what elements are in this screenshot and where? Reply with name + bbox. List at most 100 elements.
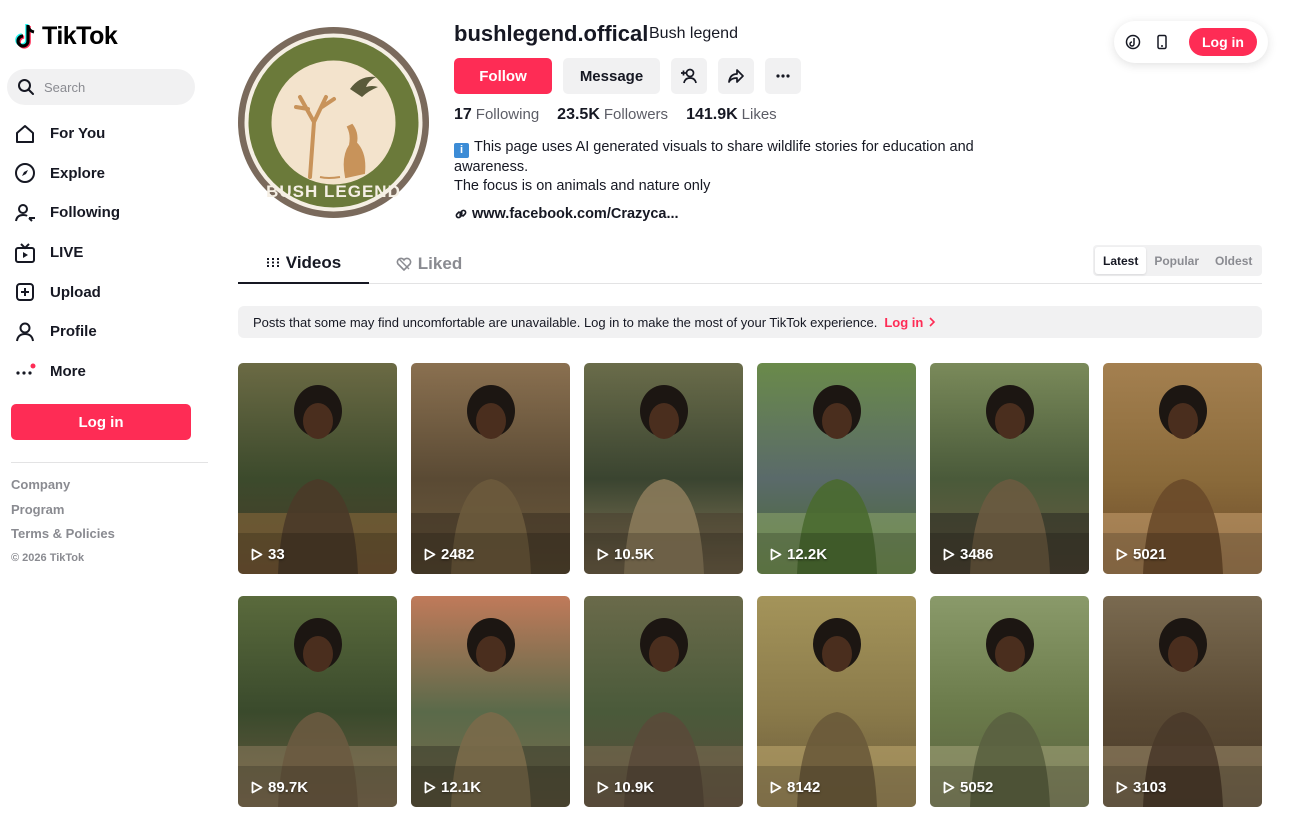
video-thumbnail (411, 596, 570, 807)
nav-item-upload[interactable]: Upload (14, 272, 120, 312)
stat-likes: 141.9K Likes (686, 106, 777, 124)
footer-link-terms[interactable]: Terms & Policies (11, 526, 115, 551)
play-icon (251, 548, 263, 561)
stat-followers[interactable]: 23.5K Followers (557, 106, 668, 124)
top-right-actions: Log in (1114, 21, 1268, 63)
play-icon (943, 781, 955, 794)
nav-label: Profile (50, 323, 97, 341)
view-count-text: 89.7K (268, 779, 309, 796)
play-icon (597, 548, 609, 561)
tab-videos[interactable]: Videos (238, 244, 369, 284)
sort-popular[interactable]: Popular (1146, 247, 1207, 274)
video-thumbnail (238, 596, 397, 807)
view-count: 10.5K (597, 546, 654, 563)
bio-line-1: This page uses AI generated visuals to s… (454, 139, 974, 175)
search-icon (18, 79, 34, 95)
stat-following[interactable]: 17 Following (454, 106, 539, 124)
stat-label: Following (475, 106, 540, 123)
content-notice: Posts that some may find uncomfortable a… (238, 306, 1262, 338)
nav-item-following[interactable]: Following (14, 193, 120, 233)
nav-item-live[interactable]: LIVE (14, 233, 120, 273)
view-count-text: 2482 (441, 546, 475, 563)
sidebar-footer: Company Program Terms & Policies © 2026 … (11, 477, 115, 564)
header-login-button[interactable]: Log in (1189, 28, 1257, 56)
profile-link-text: www.facebook.com/Crazyca... (472, 206, 679, 222)
view-count-text: 12.2K (787, 546, 828, 563)
view-count: 12.2K (770, 546, 827, 563)
notice-login-link[interactable]: Log in (884, 315, 936, 330)
profile-avatar: BUSH LEGEND (238, 27, 429, 218)
info-icon: i (454, 143, 469, 158)
video-thumbnail (584, 596, 743, 807)
play-icon (424, 548, 436, 561)
view-count: 10.9K (597, 779, 654, 796)
message-button[interactable]: Message (563, 58, 660, 94)
footer-link-program[interactable]: Program (11, 502, 115, 527)
video-card[interactable]: 10.9K (584, 596, 743, 807)
nav-item-for-you[interactable]: For You (14, 114, 120, 154)
tiktok-logo[interactable]: TikTok (14, 22, 118, 51)
video-card[interactable]: 5052 (930, 596, 1089, 807)
video-card[interactable]: 12.2K (757, 363, 916, 574)
sidebar-login-button[interactable]: Log in (11, 404, 191, 440)
nav-item-more[interactable]: More (14, 352, 120, 392)
video-card[interactable]: 3103 (1103, 596, 1262, 807)
notice-text: Posts that some may find uncomfortable a… (253, 314, 878, 330)
view-count-text: 5052 (960, 779, 994, 796)
play-icon (1116, 548, 1128, 561)
video-thumbnail (1103, 363, 1262, 574)
play-icon (424, 781, 436, 794)
phone-app-icon[interactable] (1154, 34, 1170, 50)
search-input[interactable]: Search (7, 69, 195, 105)
video-grid: 33 2482 10.5K 12.2K 3486 5021 89.7K 12.1K 10.9K 8… (238, 363, 1262, 807)
view-count-text: 12.1K (441, 779, 482, 796)
sort-oldest[interactable]: Oldest (1207, 247, 1260, 274)
nav-item-explore[interactable]: Explore (14, 154, 120, 194)
play-icon (943, 548, 955, 561)
view-count: 5052 (943, 779, 993, 796)
more-options-button[interactable] (765, 58, 801, 94)
profile-nickname: Bush legend (649, 25, 738, 42)
view-count: 33 (251, 546, 285, 563)
nav-label: Explore (50, 164, 106, 182)
nav-label: LIVE (50, 244, 84, 262)
view-count-text: 3103 (1133, 779, 1167, 796)
play-icon (770, 781, 782, 794)
nav-label: For You (50, 125, 106, 143)
view-count: 89.7K (251, 779, 308, 796)
tab-liked[interactable]: Liked (369, 244, 489, 284)
liked-heart-icon (396, 257, 412, 271)
footer-link-company[interactable]: Company (11, 477, 115, 502)
link-icon (455, 209, 467, 219)
coin-icon[interactable] (1125, 34, 1141, 50)
share-button[interactable] (718, 58, 754, 94)
view-count-text: 10.9K (614, 779, 655, 796)
video-card[interactable]: 12.1K (411, 596, 570, 807)
view-count: 12.1K (424, 779, 481, 796)
more-horizontal-icon (776, 74, 790, 78)
nav-item-profile[interactable]: Profile (14, 312, 120, 352)
sort-latest[interactable]: Latest (1095, 247, 1147, 274)
video-card[interactable]: 33 (238, 363, 397, 574)
copyright: © 2026 TikTok (11, 551, 85, 564)
video-card[interactable]: 89.7K (238, 596, 397, 807)
profile-link[interactable]: www.facebook.com/Crazyca... (454, 206, 679, 222)
play-icon (597, 781, 609, 794)
view-count-text: 3486 (960, 546, 994, 563)
brand-name: TikTok (42, 22, 118, 50)
nav-label: Upload (50, 283, 101, 301)
video-card[interactable]: 3486 (930, 363, 1089, 574)
compass-icon (14, 162, 36, 184)
profile-icon (14, 321, 36, 343)
video-card[interactable]: 2482 (411, 363, 570, 574)
video-card[interactable]: 10.5K (584, 363, 743, 574)
sidebar-divider (11, 462, 208, 463)
following-icon (14, 202, 36, 224)
video-card[interactable]: 8142 (757, 596, 916, 807)
add-friend-button[interactable] (671, 58, 707, 94)
follow-button[interactable]: Follow (454, 58, 552, 94)
bio-line-2: The focus is on animals and nature only (454, 177, 711, 194)
tiktok-note-icon (15, 23, 35, 49)
nav-label: More (50, 362, 86, 380)
video-card[interactable]: 5021 (1103, 363, 1262, 574)
